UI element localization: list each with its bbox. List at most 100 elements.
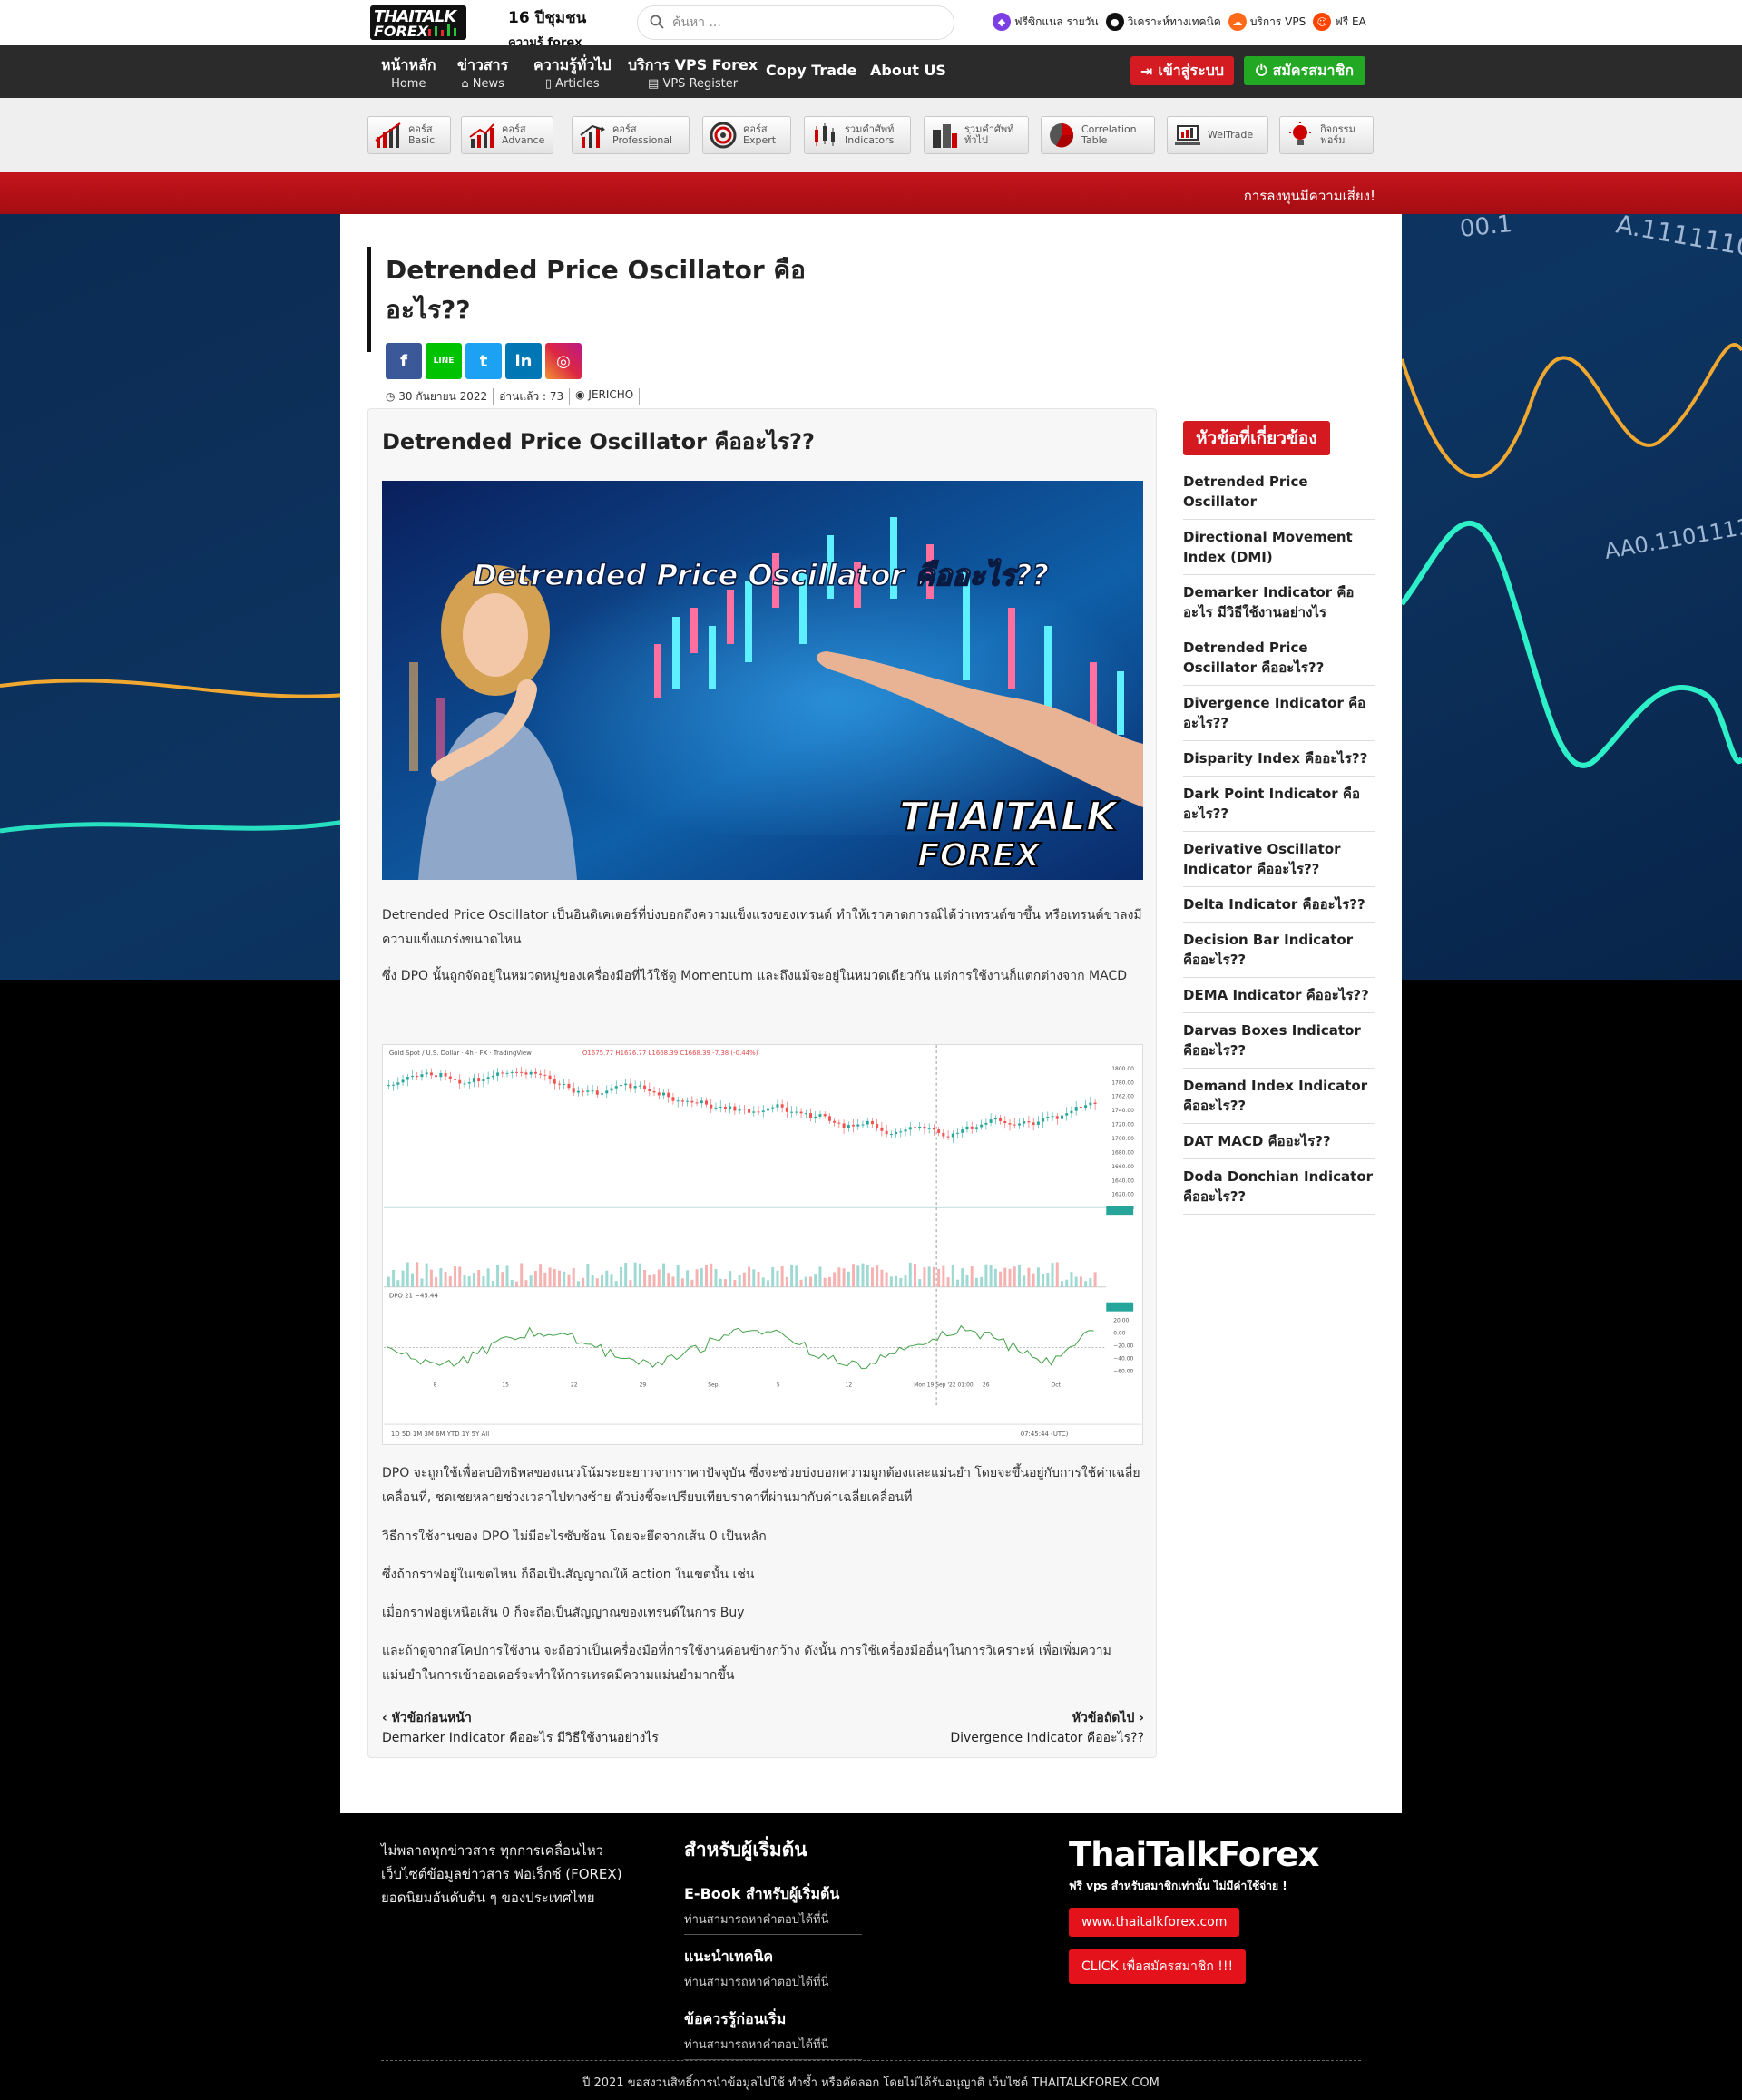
chart-volume-bar [680,1278,684,1287]
chart-candle [680,1100,684,1102]
related-item[interactable]: Delta Indicator คืออะไร?? [1183,887,1375,923]
chart-candle [1070,1110,1073,1114]
chart-volume-bar [505,1265,509,1287]
related-item[interactable]: Decision Bar Indicator คืออะไร?? [1183,923,1375,978]
chart-candle [827,1116,831,1121]
chart-volume-bar [510,1279,514,1287]
chart-volume-bar [586,1263,590,1287]
previous-post-link[interactable]: ‹ หัวข้อก่อนหน้า Demarker Indicator คืออ… [382,1708,659,1748]
footer-site-button[interactable]: www.thaitalkforex.com [1069,1908,1240,1937]
chart-candle [927,1128,931,1129]
nav-home[interactable]: หน้าหลัก Home [381,54,436,91]
related-item[interactable]: Derivative Oscillator Indicator คืออะไร?… [1183,832,1375,887]
chart-volume-bar [605,1270,609,1287]
top-link-vps[interactable]: ☁ บริการ VPS [1228,13,1306,31]
nav-articles[interactable]: ความรู้ทั่วไป ▯ Articles [533,54,612,91]
category-correlation-table[interactable]: Correlation Table [1041,116,1155,154]
target-icon [710,122,737,149]
search-input[interactable] [672,14,944,32]
category-weltrade[interactable]: WelTrade [1167,116,1268,154]
chart-volume-bar [548,1267,552,1287]
top-link-analysis[interactable]: ● วิเคราะห์ทางเทคนิค [1105,13,1221,31]
laptop-chart-icon [1175,125,1200,145]
top-link-signal[interactable]: ◆ ฟรีซิกแนล รายวัน [993,13,1099,31]
related-item[interactable]: DAT MACD คืออะไร?? [1183,1124,1375,1159]
site-logo[interactable]: THAITALK FOREX [370,5,466,40]
chart-candle [671,1097,675,1101]
chart-volume-bar [1023,1275,1026,1287]
chart-volume-bar [657,1269,661,1287]
category-course-professional[interactable]: คอร์ส Professional [572,116,690,154]
related-item[interactable]: Demand Index Indicator คืออะไร?? [1183,1069,1375,1124]
article-author[interactable]: ◉ JERICHO [570,388,641,405]
chart-candle [686,1100,690,1102]
chart-volume-bar [454,1266,457,1287]
footer-link-ebook[interactable]: E-Book สำหรับผู้เริ่มต้น ท่านสามารถหาคำตอ… [684,1883,862,1935]
related-item[interactable]: Detrended Price Oscillator [1183,472,1375,520]
register-label: สมัครสมาชิก [1272,61,1355,79]
related-item[interactable]: Divergence Indicator คืออะไร?? [1183,686,1375,741]
time-tick-label: 22 [571,1382,578,1388]
related-item[interactable]: Directional Movement Index (DMI) [1183,520,1375,575]
category-course-expert[interactable]: คอร์ส Expert [702,116,791,154]
facebook-icon[interactable]: f [386,343,422,379]
chart-candle [710,1104,713,1109]
footer-link-technique[interactable]: แนะนำเทคนิค ท่านสามารถหาคำตอบได้ที่นี่ [684,1946,862,1997]
related-item[interactable]: Doda Donchian Indicator คืออะไร?? [1183,1159,1375,1215]
chart-candle [411,1076,414,1078]
search-box[interactable] [637,5,954,40]
chart-candle [624,1083,628,1086]
login-button[interactable]: ⇥ เข้าสู่ระบบ [1130,56,1234,85]
rising-chart-icon [469,123,494,148]
chart-volume-bar [961,1268,964,1287]
sidebar-heading: หัวข้อที่เกี่ยวข้อง [1183,421,1330,455]
login-icon: ⇥ [1140,62,1153,80]
category-glossary[interactable]: รวมคำศัพท์ ทั่วไป [924,116,1029,154]
related-item[interactable]: Demarker Indicator คืออะไร มีวิธีใช้งานอ… [1183,575,1375,630]
nav-news[interactable]: ข่าวสาร ⌂ News [457,54,508,91]
linkedin-icon[interactable]: in [505,343,542,379]
chart-volume-bar [790,1264,794,1287]
related-item[interactable]: DEMA Indicator คืออะไร?? [1183,978,1375,1013]
chart-volume-bar [496,1265,500,1287]
line-icon[interactable]: LINE [426,343,462,379]
chart-candle [970,1126,974,1129]
chart-candle [463,1083,466,1085]
twitter-icon[interactable]: t [465,343,502,379]
footer-register-button[interactable]: CLICK เพื่อสมัครสมาชิก !!! [1069,1949,1247,1984]
chart-volume-bar [624,1263,628,1287]
search-icon[interactable] [650,15,664,29]
chart-volume-bar [913,1263,916,1287]
category-course-basic[interactable]: คอร์ส Basic [367,116,451,154]
chart-volume-bar [1079,1276,1082,1287]
related-item[interactable]: Dark Point Indicator คืออะไร?? [1183,777,1375,832]
category-activities[interactable]: กิจกรรม ฟอร์ม [1279,116,1374,154]
register-button[interactable]: ⏻ สมัครสมาชิก [1244,56,1365,85]
chart-candle [705,1100,709,1105]
footer-brand: ThaiTalkForex ฟรี vps สำหรับสมาชิกเท่านั… [1069,1835,1341,1984]
nav-copy-trade[interactable]: Copy Trade [766,62,856,79]
nav-vps[interactable]: บริการ VPS Forex ▤ VPS Register [628,54,758,91]
article-date: ◷ 30 กันยายน 2022 [386,388,494,405]
chart-volume-bar [695,1269,699,1287]
next-label: หัวข้อถัดไป › [1072,1711,1144,1725]
chart-candle [496,1072,500,1076]
related-item[interactable]: Detrended Price Oscillator คืออะไร?? [1183,630,1375,686]
candles-icon [815,123,835,146]
category-course-advance[interactable]: คอร์ส Advance [461,116,553,154]
category-indicators[interactable]: รวมคำศัพท์ Indicators [804,116,911,154]
chart-volume-bar [714,1269,718,1287]
chart-volume-bar [1036,1267,1040,1287]
related-item[interactable]: Disparity Index คืออะไร?? [1183,741,1375,777]
chart-volume-bar [411,1273,414,1287]
nav-about[interactable]: About US [870,62,946,79]
dpo-tick-label: −60.00 [1113,1368,1133,1374]
footer-link-prerequisites[interactable]: ข้อควรรู้ก่อนเริ่ม ท่านสามารถหาคำตอบได้ที… [684,2008,862,2060]
chart-candle [676,1100,680,1102]
instagram-icon[interactable]: ◎ [545,343,582,379]
related-item[interactable]: Darvas Boxes Indicator คืออะไร?? [1183,1013,1375,1069]
top-link-ea[interactable]: ☺ ฟรี EA [1313,13,1366,31]
chart-candle [738,1109,741,1111]
next-post-link[interactable]: หัวข้อถัดไป › Divergence Indicator คืออะ… [950,1708,1144,1748]
chart-volume-bar [563,1271,566,1287]
